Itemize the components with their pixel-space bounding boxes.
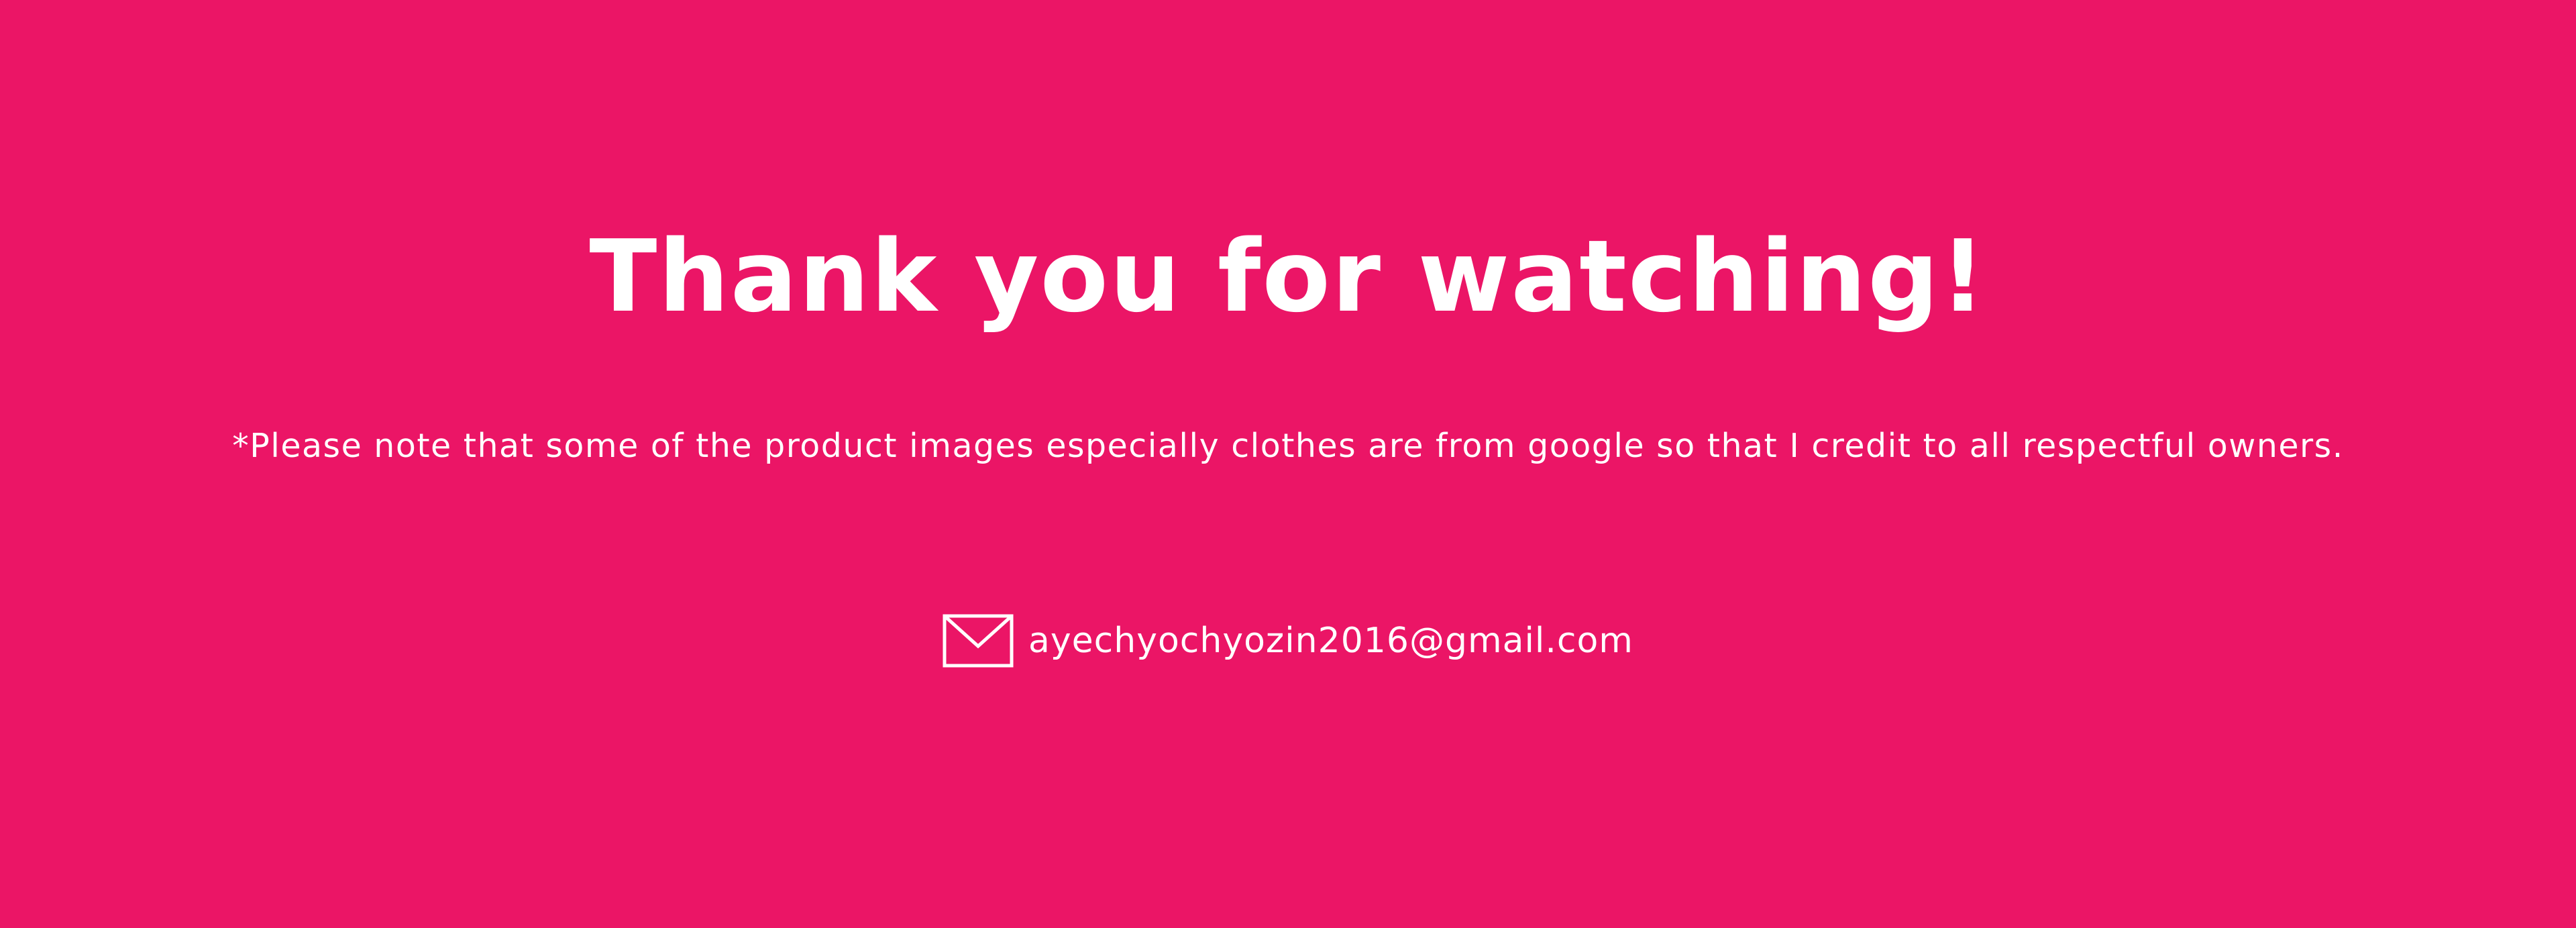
thank-you-slide: Thank you for watching! *Please note tha… [0, 0, 2576, 928]
image-credit-note: *Please note that some of the product im… [232, 427, 2344, 465]
envelope-icon [943, 614, 1014, 668]
contact-email-link[interactable]: ayechyochyozin2016@gmail.com [1028, 614, 1633, 668]
headline: Thank you for watching! [589, 219, 1987, 334]
contact-row: ayechyochyozin2016@gmail.com [0, 614, 2576, 668]
